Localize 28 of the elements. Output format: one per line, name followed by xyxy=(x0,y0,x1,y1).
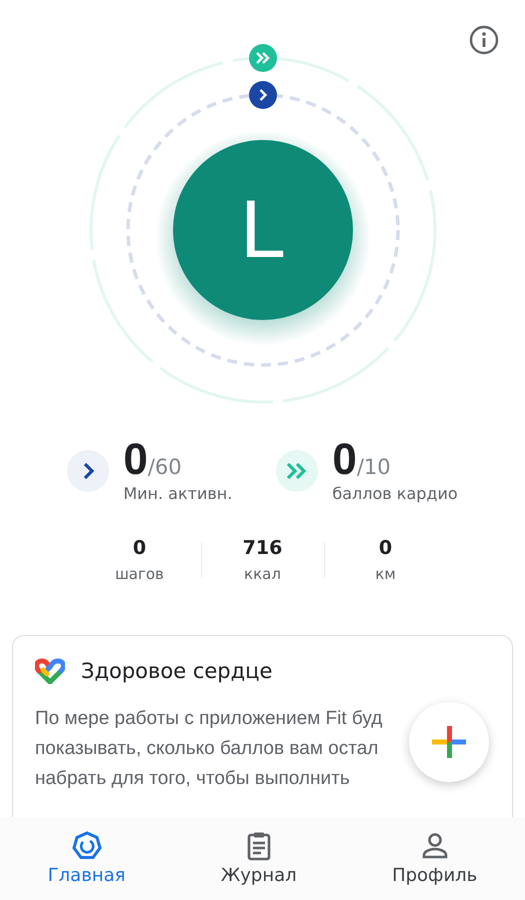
metric-value: 716 xyxy=(242,537,284,559)
metric-label: ккал xyxy=(243,565,282,583)
metric-value: 0 xyxy=(132,537,148,559)
goal-target: /60 xyxy=(148,457,182,478)
nav-tab[interactable]: Главная xyxy=(42,827,132,890)
goal-value: 0 xyxy=(123,438,148,482)
goal-label: Мин. активн. xyxy=(123,484,232,503)
home-icon xyxy=(72,831,102,861)
info-icon[interactable] xyxy=(469,25,499,55)
card-text-line: набрать для того, чтобы выполнить xyxy=(35,768,350,789)
move-minutes-icon xyxy=(67,450,110,492)
metric-value: 0 xyxy=(378,537,394,559)
card-title: Здоровое сердце xyxy=(81,659,272,683)
nav-tab[interactable]: Журнал xyxy=(214,827,303,890)
move-minutes-badge-icon xyxy=(249,81,277,109)
heart-icon xyxy=(35,658,65,684)
goal-target: /10 xyxy=(356,457,391,478)
metric-label: шагов xyxy=(114,565,165,583)
goal-label: баллов кардио xyxy=(332,484,458,503)
goal-value: 0 xyxy=(332,438,357,482)
person-icon xyxy=(420,831,450,861)
heart-points-badge-icon xyxy=(249,44,277,72)
card-text-line: По мере работы с приложением Fit буд xyxy=(35,708,382,729)
metric-label: км xyxy=(374,565,397,583)
card-text-line: показывать, сколько баллов вам остал xyxy=(35,738,378,759)
nav-tab[interactable]: Профиль xyxy=(386,827,484,890)
plus-icon xyxy=(431,724,467,760)
heart-points-icon xyxy=(276,450,318,492)
